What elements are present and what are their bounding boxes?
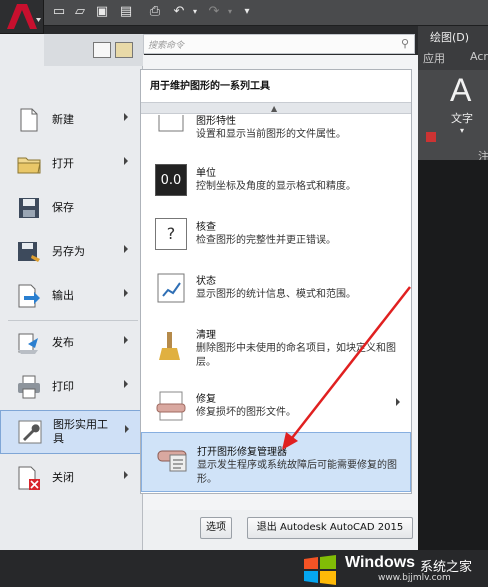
- annotation-arrow: [282, 286, 411, 450]
- watermark-bar: Windows 系统之家 www.bjjmlv.com: [0, 550, 488, 587]
- watermark-brand: Windows: [345, 554, 416, 571]
- watermark-url: www.bjjmlv.com: [378, 573, 451, 583]
- windows-logo-icon: [304, 555, 336, 585]
